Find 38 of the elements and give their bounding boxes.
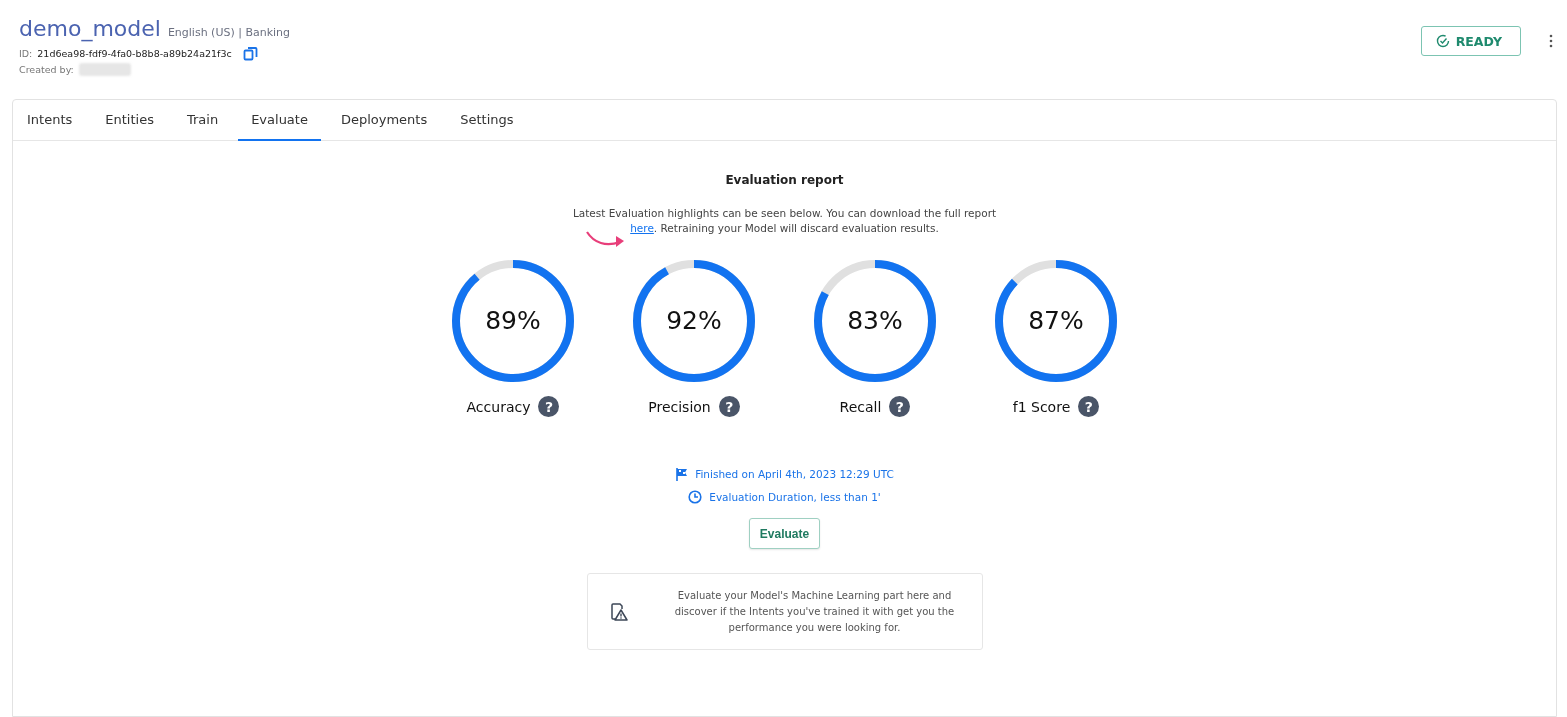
metric-label: Accuracy — [466, 398, 531, 415]
help-icon[interactable]: ? — [1078, 396, 1100, 417]
gauge-value: 87% — [1027, 306, 1085, 335]
finished-text: Finished on April 4th, 2023 12:29 UTC — [695, 468, 894, 480]
model-name: demo_model — [19, 16, 161, 41]
clock-icon — [688, 490, 703, 504]
metric-label: Recall — [839, 398, 882, 415]
gauge-value: 89% — [484, 306, 542, 335]
intro-text: . Retraining your Model will discard evaluation results. — [653, 222, 939, 234]
tab[interactable]: Train — [173, 100, 232, 141]
tab[interactable]: Deployments — [327, 100, 441, 141]
help-icon[interactable]: ? — [718, 396, 740, 417]
report-title: Evaluation report — [725, 173, 844, 187]
id-value: 21d6ea98-fdf9-4fa0-b8b8-a89b24a21f3c — [37, 47, 232, 59]
help-icon[interactable]: ? — [538, 396, 560, 417]
created-label: Created by: — [19, 63, 74, 75]
download-link[interactable]: here — [630, 222, 654, 234]
more-icon[interactable] — [1549, 34, 1553, 48]
tab[interactable]: Settings — [447, 100, 527, 141]
intro-text: Latest Evaluation highlights can be seen below. You can download the full report — [572, 207, 997, 219]
duration-text: Evaluation Duration, less than 1' — [709, 491, 881, 503]
evaluate-button[interactable]: Evaluate — [748, 518, 821, 549]
tab[interactable]: Entities — [92, 100, 167, 141]
tab[interactable]: Intents — [27, 100, 86, 141]
id-label: ID: — [19, 47, 33, 59]
check-circle-icon — [1435, 34, 1450, 48]
metric-label: Precision — [648, 398, 711, 415]
metric-label: f1 Score — [1012, 398, 1071, 415]
help-icon[interactable]: ? — [889, 396, 911, 417]
gauge-value: 83% — [846, 306, 904, 335]
flag-icon — [675, 467, 689, 481]
gauge-value: 92% — [665, 306, 723, 335]
status-badge: READY — [1420, 26, 1521, 56]
info-text: Evaluate your Model's Machine Learning part here and discover if the Intents you've trained it with get you the performance you were looking for. — [673, 588, 956, 635]
model-meta: English (US) | Banking — [167, 26, 291, 39]
copy-icon[interactable] — [242, 45, 258, 61]
redacted-block — [78, 62, 131, 76]
tab[interactable]: Evaluate — [238, 100, 321, 141]
